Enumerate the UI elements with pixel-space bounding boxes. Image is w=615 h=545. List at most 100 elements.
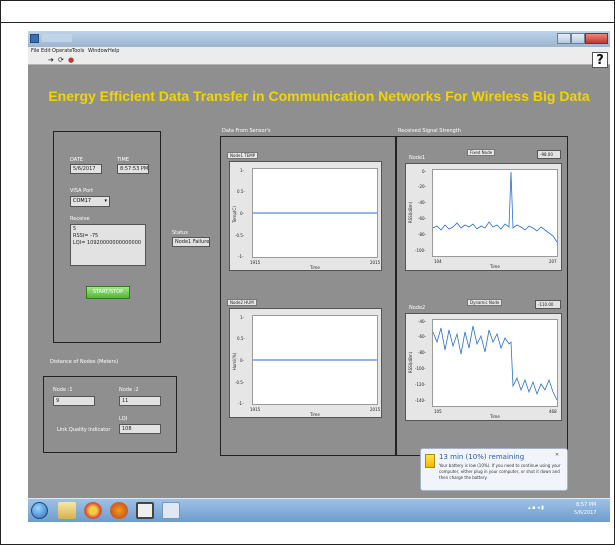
- tray-icons[interactable]: ▴ ▪ ◂ ▮: [528, 505, 544, 511]
- visa-port-select[interactable]: COM17 ▾: [70, 196, 110, 207]
- lqi-field: 108: [119, 424, 161, 434]
- menu-file[interactable]: File: [31, 48, 39, 54]
- y-tick: -40-: [418, 200, 426, 205]
- temp-plot-legend: Node1 TEMP: [227, 152, 259, 159]
- time-field: 8:57:53 PM: [117, 164, 149, 174]
- receive-box: 5 RSSI= -75 LQI= 10920000000000000: [70, 224, 146, 266]
- run-continuously-icon[interactable]: ⟳: [58, 56, 64, 65]
- help-button[interactable]: ?: [592, 52, 608, 68]
- run-arrow-icon[interactable]: ➔: [48, 56, 54, 65]
- start-stop-button[interactable]: START/STOP: [86, 286, 130, 299]
- dynamic-node-plot-area: [432, 319, 558, 407]
- fixed-node-svg: [432, 171, 558, 243]
- fixed-node-label: Node1: [409, 155, 426, 161]
- dynamic-xlabel: Time: [490, 414, 500, 419]
- y-tick: -140-: [415, 398, 426, 403]
- close-button[interactable]: [585, 33, 608, 44]
- app-heading: Energy Efficient Data Transfer in Commun…: [48, 88, 590, 104]
- lqi-caption: Link Quality Indicator: [57, 427, 111, 433]
- date-label: DATE: [70, 157, 84, 163]
- y-tick: -120-: [415, 382, 426, 387]
- receive-line: LQI= 10920000000000000: [73, 240, 142, 246]
- hum-plot-area: [252, 315, 378, 405]
- receive-line: 5: [73, 226, 77, 232]
- visa-port-value: COM17: [73, 198, 92, 204]
- y-tick: -80-: [418, 232, 426, 237]
- window-titlebar[interactable]: [28, 31, 610, 47]
- top-divider: [0, 22, 615, 23]
- distance-panel: Node :1 9 Node :2 11 LQI 108 Link Qualit…: [43, 376, 177, 453]
- y-tick: -100-: [415, 248, 426, 253]
- clock-date[interactable]: 5/6/2017: [574, 510, 596, 516]
- battery-warning-icon: [425, 454, 435, 468]
- y-tick: -80-: [418, 350, 426, 355]
- fixed-xlabel: Time: [490, 264, 500, 269]
- y-tick: 0-: [240, 358, 244, 363]
- fixed-node-plot: 0- -20- -40- -60- -80- -100- RSSI(dBm) 1…: [405, 163, 562, 271]
- x-tick: 104: [434, 259, 442, 264]
- fixed-node-name: Fixed Node: [467, 149, 496, 156]
- rssi-panel: Node1 Fixed Node -98.00 0- -20- -40- -60…: [396, 136, 568, 456]
- x-tick: 1915: [250, 260, 261, 265]
- node2-distance-field: 11: [119, 396, 161, 406]
- labview-task-icon[interactable]: [136, 502, 154, 519]
- dynamic-node-svg: [432, 325, 558, 401]
- y-tick: -100-: [415, 366, 426, 371]
- control-panel: DATE 5/6/2017 TIME 8:57:53 PM VISA Port …: [53, 131, 161, 343]
- app-icon: [30, 34, 39, 43]
- node1-label: Node :1: [53, 387, 73, 393]
- x-tick: 2015: [370, 407, 381, 412]
- rssi-panel-title: Received Signal Strength: [398, 128, 461, 134]
- hum-plot-svg: [253, 359, 377, 361]
- clock-time[interactable]: 8:57 PM: [576, 502, 596, 508]
- dynamic-node-trace: [432, 325, 558, 401]
- maximize-button[interactable]: [571, 33, 585, 44]
- menu-operate[interactable]: Operate: [52, 48, 72, 54]
- y-tick: 0.5-: [237, 189, 245, 194]
- receive-label: Receive: [70, 216, 90, 222]
- menu-edit[interactable]: Edit: [41, 48, 51, 54]
- notification-body: Your battery is low (10%). If you need t…: [439, 463, 561, 480]
- menu-bar: File Edit Operate Tools Window Help: [28, 47, 610, 56]
- sensor-panel: Node1 TEMP 1- 0.5- 0- -0.5- -1- Temp(C) …: [220, 136, 396, 456]
- desktop-screen: File Edit Operate Tools Window Help ➔ ⟳ …: [28, 31, 610, 522]
- hum-ylabel: Humi(%): [232, 352, 238, 371]
- y-tick: 1-: [240, 168, 244, 173]
- y-tick: -0.5-: [235, 233, 245, 238]
- minimize-button[interactable]: [557, 33, 571, 44]
- menu-tools[interactable]: Tools: [72, 48, 84, 54]
- dynamic-node-plot: -40- -60- -80- -100- -120- -140- RSSI(dB…: [405, 313, 562, 421]
- temp-plot-area: [252, 168, 378, 258]
- x-tick: 207: [549, 259, 557, 264]
- time-label: TIME: [117, 157, 130, 163]
- y-tick: 0-: [422, 169, 426, 174]
- x-tick: 1915: [250, 407, 261, 412]
- notification-close-icon[interactable]: ✕: [555, 452, 559, 458]
- x-tick: 2015: [370, 260, 381, 265]
- y-tick: -1-: [238, 401, 244, 406]
- status-label: Status: [172, 230, 188, 236]
- y-tick: 0-: [240, 211, 244, 216]
- battery-notification[interactable]: 13 min (10%) remaining Your battery is l…: [420, 448, 568, 491]
- menu-help[interactable]: Help: [108, 48, 119, 54]
- fixed-node-trace: [432, 171, 558, 243]
- distance-title: Distance of Nodes (Meters): [50, 359, 119, 365]
- start-button[interactable]: [31, 502, 48, 519]
- menu-window[interactable]: Window: [88, 48, 108, 54]
- sensor-panel-title: Data From Sensor's: [222, 128, 271, 134]
- explorer-task-icon[interactable]: [58, 502, 76, 519]
- temp-plot-svg: [253, 212, 377, 214]
- firefox-task-icon[interactable]: [110, 502, 128, 519]
- y-tick: -0.5-: [235, 380, 245, 385]
- chrome-task-icon[interactable]: [84, 502, 102, 519]
- taskbar: ▴ ▪ ◂ ▮ 8:57 PM 5/6/2017: [28, 498, 610, 522]
- dynamic-node-name: Dynamic Node: [467, 299, 503, 306]
- temp-plot: 1- 0.5- 0- -0.5- -1- Temp(C) 1915 2015 T…: [229, 161, 382, 271]
- document-task-icon[interactable]: [162, 502, 180, 519]
- receive-line: RSSI= -75: [73, 233, 99, 239]
- y-tick: -40-: [418, 319, 426, 324]
- hum-plot-legend: Node2 HUM: [227, 299, 257, 306]
- abort-icon[interactable]: ●: [68, 56, 74, 65]
- x-tick: 468: [549, 409, 557, 414]
- fixed-ylabel: RSSI(dBm): [408, 201, 414, 224]
